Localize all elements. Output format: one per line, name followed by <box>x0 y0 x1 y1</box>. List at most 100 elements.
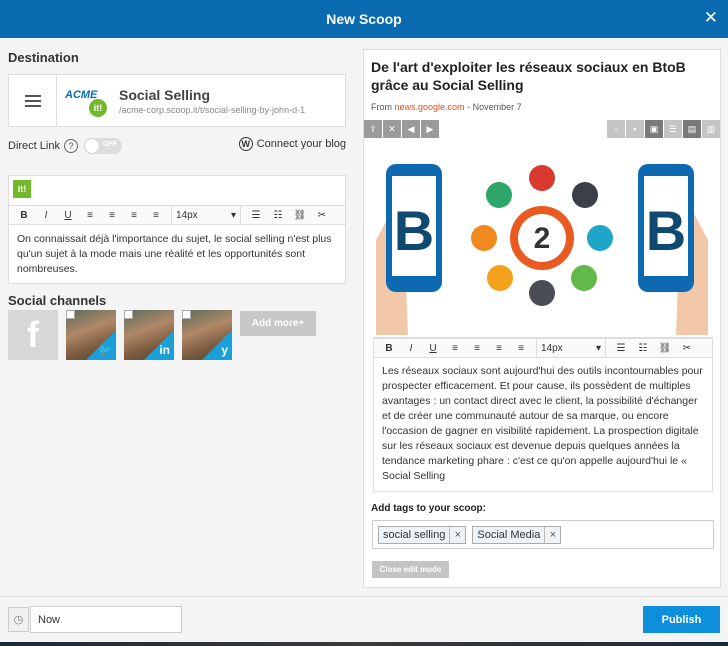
image-center-number: 2 <box>534 222 551 255</box>
footer: ◷ Now Publish <box>0 596 728 646</box>
channel-checkbox[interactable] <box>66 310 75 319</box>
article-editor[interactable]: B I U ≡ ≡ ≡ ≡ 14px ▾ ☰ ☷ ⛓ ✂ Les réseaux … <box>373 337 713 492</box>
linkedin-icon: in <box>159 343 170 357</box>
image-toolbar: ⇪ ✕ ◀ ▶ ▫ ▪ ▣ ☰ ▤ ▥ <box>364 120 720 138</box>
unlink-icon[interactable]: ✂ <box>311 210 333 221</box>
direct-link-row: Direct Link ? OFF <box>8 138 122 154</box>
article-title[interactable]: De l'art d'exploiter les réseaux sociaux… <box>371 58 711 94</box>
upload-image-icon[interactable]: ⇪ <box>364 120 382 138</box>
numbered-list-icon[interactable]: ☷ <box>267 210 289 221</box>
schedule-input[interactable]: Now <box>30 606 182 633</box>
previous-image-icon[interactable]: ◀ <box>402 120 420 138</box>
align-center-icon[interactable]: ≡ <box>466 343 488 354</box>
font-size-value: 14px <box>541 342 563 354</box>
align-right-icon[interactable]: ≡ <box>123 210 145 221</box>
tag-chip: Social Media × <box>472 525 562 544</box>
editor-toolbar: B I U ≡ ≡ ≡ ≡ 14px ▾ ☰ ☷ ⛓ ✂ <box>374 338 712 358</box>
help-icon[interactable]: ? <box>63 139 78 153</box>
underline-button[interactable]: U <box>422 343 444 354</box>
numbered-list-icon[interactable]: ☷ <box>632 343 654 354</box>
destination-selector[interactable]: ACME it! Social Selling /acme-corp.scoop… <box>8 74 346 127</box>
italic-button[interactable]: I <box>35 210 57 221</box>
desktop-background-strip <box>0 642 728 646</box>
article-source: From news.google.com - November 7 <box>371 102 522 112</box>
layout-large-icon[interactable]: ▣ <box>645 120 663 138</box>
link-icon[interactable]: ⛓ <box>654 343 676 354</box>
underline-button[interactable]: U <box>57 210 79 221</box>
scoopit-badge: it! <box>89 98 107 117</box>
source-link[interactable]: news.google.com <box>395 102 465 112</box>
social-channels-heading: Social channels <box>8 293 107 308</box>
tag-label: social selling <box>383 528 446 541</box>
yammer-icon: y <box>221 343 228 357</box>
tags-input[interactable]: social selling × Social Media × <box>372 520 714 549</box>
unlink-icon[interactable]: ✂ <box>676 343 698 354</box>
close-edit-mode-button[interactable]: Close edit mode <box>372 561 449 578</box>
publish-button[interactable]: Publish <box>643 606 720 633</box>
layout-medium-icon[interactable]: ▪ <box>626 120 644 138</box>
dialog-header: New Scoop ✕ <box>0 0 728 38</box>
tags-heading: Add tags to your scoop: <box>371 503 486 514</box>
facebook-channel[interactable]: f <box>8 310 58 360</box>
tag-label: Social Media <box>477 528 541 541</box>
image-letter-b-right: B <box>646 199 686 262</box>
source-from-label: From <box>371 102 392 112</box>
layout-full-icon[interactable]: ▤ <box>683 120 701 138</box>
direct-link-toggle[interactable]: OFF <box>83 138 122 154</box>
insight-editor[interactable]: it! B I U ≡ ≡ ≡ ≡ 14px ▾ ☰ ☷ ⛓ ✂ On conna… <box>8 175 346 284</box>
toggle-knob <box>84 139 99 153</box>
remove-tag-icon[interactable]: × <box>544 526 560 543</box>
menu-icon[interactable] <box>9 74 57 127</box>
left-panel: Destination ACME it! Social Selling /acm… <box>0 38 355 596</box>
insight-text[interactable]: On connaissait déjà l'importance du suje… <box>17 232 339 277</box>
yammer-channel[interactable]: y <box>182 310 232 360</box>
connect-blog-label: Connect your blog <box>256 138 346 150</box>
font-size-select[interactable]: 14px ▾ <box>536 338 606 358</box>
close-icon[interactable]: ✕ <box>704 9 718 27</box>
bold-button[interactable]: B <box>378 343 400 354</box>
chevron-down-icon: ▾ <box>230 209 236 221</box>
remove-tag-icon[interactable]: × <box>449 526 465 543</box>
remove-image-icon[interactable]: ✕ <box>383 120 401 138</box>
next-image-icon[interactable]: ▶ <box>421 120 439 138</box>
right-panel: De l'art d'exploiter les réseaux sociaux… <box>355 38 728 596</box>
connect-blog-link[interactable]: W Connect your blog <box>238 137 346 151</box>
chevron-down-icon: ▾ <box>595 342 601 354</box>
layout-text-icon[interactable]: ☰ <box>664 120 682 138</box>
acme-logo-text: ACME <box>65 88 98 101</box>
font-size-value: 14px <box>176 209 198 221</box>
twitter-channel[interactable]: 🐦 <box>66 310 116 360</box>
align-right-icon[interactable]: ≡ <box>488 343 510 354</box>
social-channel-list: f 🐦 in y Add more+ <box>8 310 316 360</box>
direct-link-label: Direct Link <box>8 140 60 152</box>
italic-button[interactable]: I <box>400 343 422 354</box>
bullet-list-icon[interactable]: ☰ <box>245 210 267 221</box>
article-text[interactable]: Les réseaux sociaux sont aujourd'hui des… <box>382 364 708 484</box>
toggle-label: OFF <box>102 141 117 148</box>
linkedin-channel[interactable]: in <box>124 310 174 360</box>
link-icon[interactable]: ⛓ <box>289 210 311 221</box>
twitter-icon: 🐦 <box>98 345 112 357</box>
align-justify-icon[interactable]: ≡ <box>510 343 532 354</box>
tag-chip: social selling × <box>378 525 467 544</box>
dialog-title: New Scoop <box>326 11 402 27</box>
channel-checkbox[interactable] <box>182 310 191 319</box>
article-card: De l'art d'exploiter les réseaux sociaux… <box>363 49 721 588</box>
add-more-button[interactable]: Add more+ <box>240 311 316 336</box>
topic-logo: ACME it! <box>63 81 115 121</box>
image-letter-b-left: B <box>394 199 434 262</box>
align-center-icon[interactable]: ≡ <box>101 210 123 221</box>
align-left-icon[interactable]: ≡ <box>79 210 101 221</box>
clock-icon[interactable]: ◷ <box>8 607 29 632</box>
layout-small-icon[interactable]: ▫ <box>607 120 625 138</box>
facebook-icon: f <box>27 314 39 355</box>
layout-wide-icon[interactable]: ▥ <box>702 120 720 138</box>
wordpress-icon: W <box>238 137 253 151</box>
topic-name: Social Selling <box>119 86 211 103</box>
font-size-select[interactable]: 14px ▾ <box>171 205 241 225</box>
align-left-icon[interactable]: ≡ <box>444 343 466 354</box>
channel-checkbox[interactable] <box>124 310 133 319</box>
align-justify-icon[interactable]: ≡ <box>145 210 167 221</box>
bold-button[interactable]: B <box>13 210 35 221</box>
bullet-list-icon[interactable]: ☰ <box>610 343 632 354</box>
